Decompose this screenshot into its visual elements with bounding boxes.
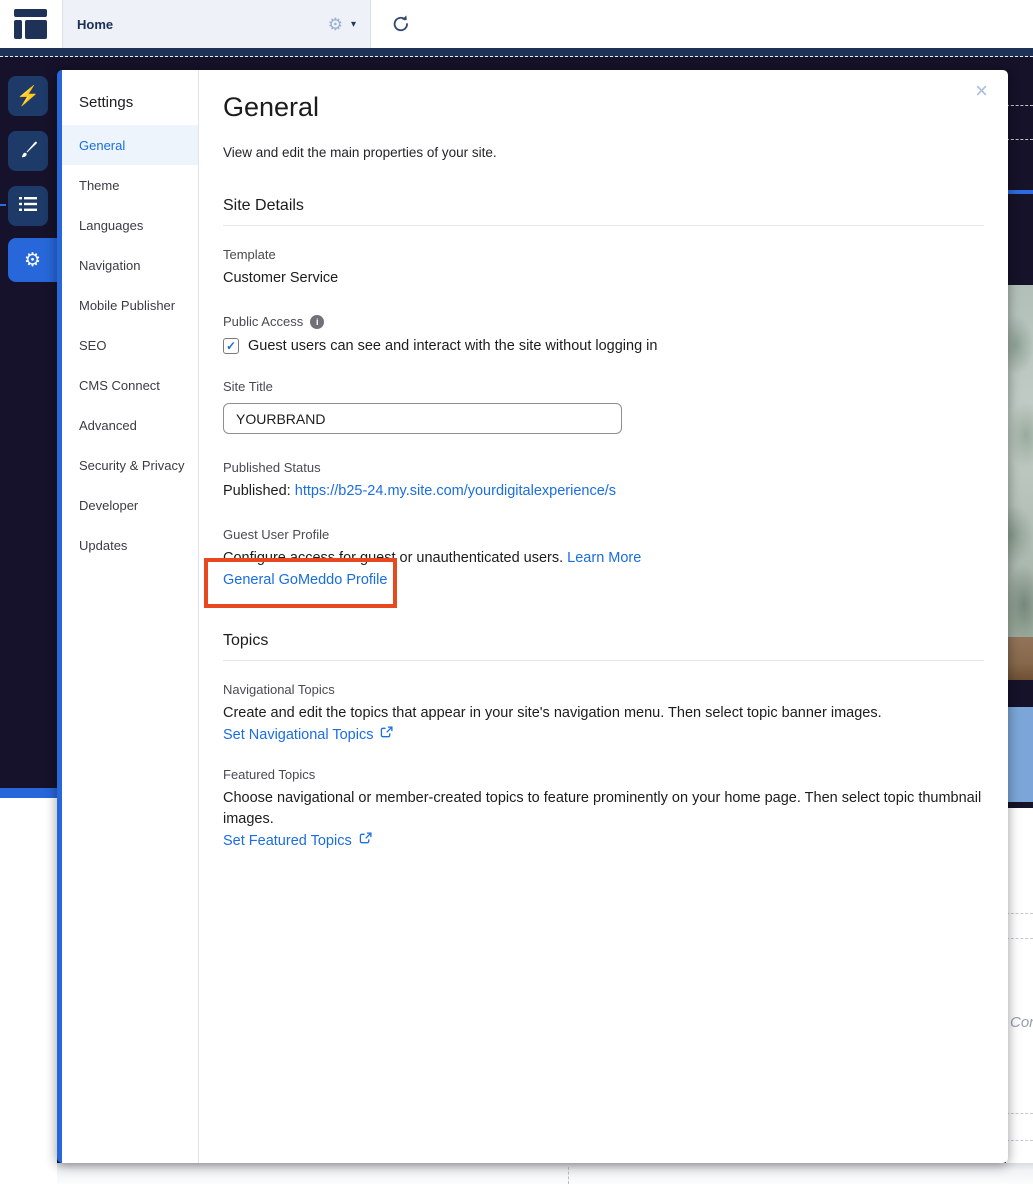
featured-topics-label: Featured Topics [223, 766, 984, 784]
external-link-icon [359, 832, 372, 849]
guest-profile-label: Guest User Profile [223, 526, 984, 544]
background-dashed-line [1006, 1113, 1033, 1114]
set-navigational-topics-link[interactable]: Set Navigational Topics [223, 727, 373, 743]
public-access-checkbox-label: Guest users can see and interact with th… [248, 338, 657, 354]
structure-button[interactable] [8, 186, 48, 226]
template-field: Template Customer Service [223, 246, 984, 289]
builder-toolbar: ⚡ ⚙ [0, 57, 57, 790]
learn-more-link[interactable]: Learn More [567, 550, 641, 566]
guest-profile-description: Configure access for guest or unauthenti… [223, 548, 984, 569]
section-title-topics: Topics [223, 632, 984, 650]
background-dashed-line [1006, 139, 1033, 140]
site-title-field: Site Title [223, 378, 984, 434]
toolbar-bottom-divider [0, 788, 57, 798]
sidebar-item-developer[interactable]: Developer [62, 485, 198, 525]
set-featured-topics-row: Set Featured Topics [223, 832, 984, 849]
page-subtitle: View and edit the main properties of you… [223, 145, 984, 160]
gear-icon: ⚙ [24, 251, 41, 270]
public-access-field: Public Access i ✓ Guest users can see an… [223, 313, 984, 354]
background-white-section [1006, 808, 1033, 1163]
refresh-icon[interactable] [390, 13, 412, 35]
top-bar-divider [0, 48, 1033, 57]
background-blue-divider [1006, 190, 1033, 194]
page-tab-label: Home [77, 17, 113, 32]
settings-sidebar: Settings General Theme Languages Navigat… [62, 70, 199, 1163]
top-bar: Home ⚙ ▾ [0, 0, 1033, 48]
template-label: Template [223, 246, 984, 264]
page-title: General [223, 92, 984, 123]
background-dashed-line [1006, 938, 1033, 939]
theme-button[interactable] [8, 131, 48, 171]
settings-content: × General View and edit the main propert… [199, 70, 1008, 1163]
site-title-input[interactable] [223, 403, 622, 434]
guest-profile-link[interactable]: General GoMeddo Profile [223, 572, 387, 588]
components-button[interactable]: ⚡ [8, 76, 48, 116]
section-divider [223, 660, 984, 661]
sidebar-item-updates[interactable]: Updates [62, 525, 198, 565]
sidebar-item-languages[interactable]: Languages [62, 205, 198, 245]
background-dashed-line [1006, 105, 1033, 106]
sidebar-item-cms-connect[interactable]: CMS Connect [62, 365, 198, 405]
info-icon[interactable]: i [310, 315, 324, 329]
public-access-label: Public Access i [223, 313, 984, 331]
set-featured-topics-link[interactable]: Set Featured Topics [223, 833, 352, 849]
featured-topics-description: Choose navigational or member-created to… [223, 788, 984, 830]
featured-topics-field: Featured Topics Choose navigational or m… [223, 766, 984, 849]
site-title-label: Site Title [223, 378, 984, 396]
navigational-topics-description: Create and edit the topics that appear i… [223, 703, 984, 724]
list-icon [19, 196, 37, 217]
template-value: Customer Service [223, 268, 984, 289]
background-hero-image [1006, 285, 1033, 637]
background-column-dashed-line [568, 1167, 569, 1184]
published-status-value: Published: https://b25-24.my.site.com/yo… [223, 481, 984, 502]
sidebar-item-general[interactable]: General [62, 125, 198, 165]
lightning-icon: ⚡ [16, 87, 40, 106]
section-title-site-details: Site Details [223, 197, 984, 215]
sidebar-item-seo[interactable]: SEO [62, 325, 198, 365]
sidebar-item-navigation[interactable]: Navigation [62, 245, 198, 285]
settings-button[interactable]: ⚙ [8, 238, 57, 282]
navigational-topics-field: Navigational Topics Create and edit the … [223, 681, 984, 743]
close-icon[interactable]: × [975, 80, 988, 102]
sidebar-item-theme[interactable]: Theme [62, 165, 198, 205]
background-dashed-line [1006, 913, 1033, 914]
published-status-label: Published Status [223, 459, 984, 477]
published-url-link[interactable]: https://b25-24.my.site.com/yourdigitalex… [295, 483, 616, 499]
guest-user-profile-field: Guest User Profile Configure access for … [223, 526, 984, 591]
set-navigational-topics-row: Set Navigational Topics [223, 726, 984, 743]
sidebar-item-advanced[interactable]: Advanced [62, 405, 198, 445]
settings-sidebar-title: Settings [79, 94, 198, 111]
page-settings-gear-icon[interactable]: ⚙ [328, 16, 343, 33]
background-hero-image-bottom [1006, 637, 1033, 680]
background-placeholder-text: Con [1010, 1014, 1033, 1031]
brush-icon [18, 139, 38, 164]
background-bottom-strip [57, 1163, 1033, 1184]
navigational-topics-label: Navigational Topics [223, 681, 984, 699]
background-dashed-line [1006, 1140, 1033, 1141]
sidebar-item-mobile-publisher[interactable]: Mobile Publisher [62, 285, 198, 325]
guest-profile-link-row: General GoMeddo Profile [223, 570, 984, 591]
public-access-checkbox[interactable]: ✓ [223, 338, 239, 354]
sidebar-item-security-privacy[interactable]: Security & Privacy [62, 445, 198, 485]
checkmark-icon: ✓ [226, 340, 236, 352]
toolbar-indicator [0, 204, 6, 206]
section-divider [223, 225, 984, 226]
public-access-checkbox-row: ✓ Guest users can see and interact with … [223, 338, 984, 354]
settings-panel: Settings General Theme Languages Navigat… [57, 70, 1008, 1163]
background-blue-section [1006, 707, 1033, 802]
experience-builder-logo-icon [14, 9, 47, 39]
background-left-white [0, 798, 57, 1184]
page-tab-home[interactable]: Home ⚙ ▾ [62, 0, 371, 48]
page-tab-caret-down-icon[interactable]: ▾ [351, 19, 356, 30]
external-link-icon [380, 726, 393, 743]
published-status-field: Published Status Published: https://b25-… [223, 459, 984, 502]
